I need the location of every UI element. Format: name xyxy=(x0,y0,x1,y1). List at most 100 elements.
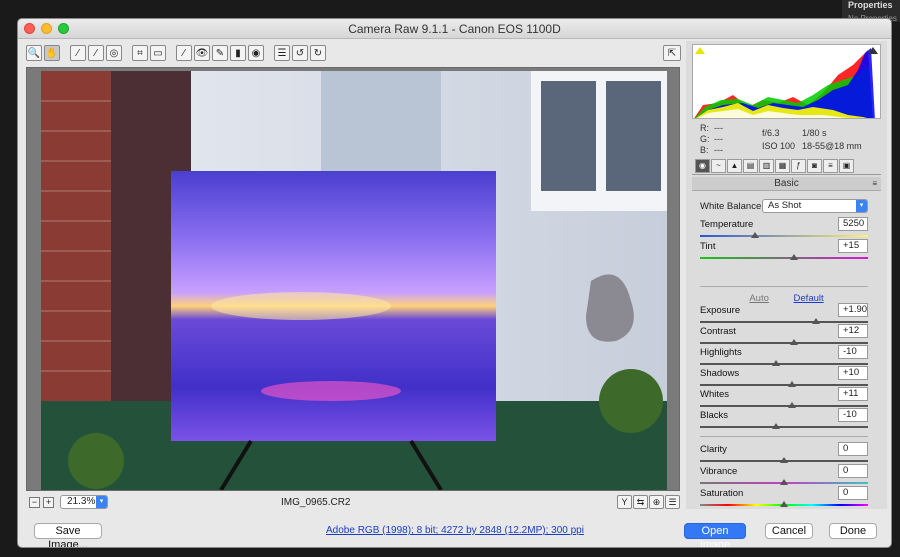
temperature-slider-track[interactable] xyxy=(700,235,868,237)
tab-effects[interactable]: ƒ xyxy=(791,159,806,173)
shadows-value-field[interactable]: +10 xyxy=(838,366,868,380)
tab-hsl[interactable]: ▤ xyxy=(743,159,758,173)
exposure-value-field[interactable]: +1.90 xyxy=(838,303,868,317)
color-sampler-tool-icon[interactable]: ⁄ xyxy=(88,45,104,61)
tint-slider-track[interactable] xyxy=(700,257,868,259)
tab-lens-corrections[interactable]: ▦ xyxy=(775,159,790,173)
targeted-adjustment-tool-icon[interactable]: ◎ xyxy=(106,45,122,61)
cancel-button[interactable]: Cancel xyxy=(765,523,813,539)
tint-label: Tint xyxy=(700,241,716,252)
before-after-icon[interactable]: Y xyxy=(617,495,632,509)
graduated-filter-icon[interactable]: ▮ xyxy=(230,45,246,61)
r-value: --- xyxy=(714,123,723,133)
clarity-label: Clarity xyxy=(700,444,727,455)
shadows-label: Shadows xyxy=(700,368,740,379)
tab-snapshots[interactable]: ▣ xyxy=(839,159,854,173)
radial-filter-icon[interactable]: ◉ xyxy=(248,45,264,61)
blacks-slider-track[interactable] xyxy=(700,426,868,428)
vibrance-value-field[interactable]: 0 xyxy=(838,464,868,478)
swap-settings-icon[interactable]: ⇆ xyxy=(633,495,648,509)
tint-slider-thumb[interactable] xyxy=(790,254,799,260)
tab-tone-curve[interactable]: ~ xyxy=(711,159,726,173)
crop-tool-icon[interactable]: ⌗ xyxy=(132,45,148,61)
blacks-label: Blacks xyxy=(700,410,728,421)
highlight-clipping-warning-icon[interactable] xyxy=(868,47,878,54)
default-link[interactable]: Default xyxy=(794,293,824,304)
properties-label: Properties xyxy=(848,0,893,10)
blacks-slider-thumb[interactable] xyxy=(771,423,780,429)
shadows-slider-thumb[interactable] xyxy=(788,381,797,387)
clarity-slider-thumb[interactable] xyxy=(780,457,788,463)
zoom-window-button[interactable] xyxy=(58,23,69,34)
clarity-value-field[interactable]: 0 xyxy=(838,442,868,456)
rotate-right-icon[interactable]: ↻ xyxy=(310,45,326,61)
window-controls xyxy=(24,23,69,34)
section-title-label: Basic xyxy=(774,178,799,189)
tint-value-field[interactable]: +15 xyxy=(838,239,868,253)
tab-split-toning[interactable]: ▥ xyxy=(759,159,774,173)
open-image-button[interactable]: Open Image xyxy=(684,523,746,547)
workflow-options-link[interactable]: Adobe RGB (1998); 8 bit; 4272 by 2848 (1… xyxy=(326,525,584,536)
chevron-down-icon: ▾ xyxy=(856,200,867,212)
auto-link[interactable]: Auto xyxy=(749,293,769,304)
tool-bar: 🔍 ✋ ⁄ ⁄ ◎ ⌗ ▭ ⁄ 👁 ✎ ▮ ◉ ☰ ↺ ↻ xyxy=(26,45,326,63)
panel-tabs: ◉ ~ ▲ ▤ ▥ ▦ ƒ ◙ ≡ ▣ xyxy=(692,159,881,175)
temperature-value-field[interactable]: 5250 xyxy=(838,217,868,231)
highlights-slider-thumb[interactable] xyxy=(771,360,780,366)
whites-slider-thumb[interactable] xyxy=(788,402,797,408)
minimize-window-button[interactable] xyxy=(41,23,52,34)
zoom-tool-icon[interactable]: 🔍 xyxy=(26,45,42,61)
highlights-slider-track[interactable] xyxy=(700,363,868,365)
contrast-slider-thumb[interactable] xyxy=(790,339,799,345)
shadows-slider-track[interactable] xyxy=(700,384,868,386)
exposure-label: Exposure xyxy=(700,305,741,316)
panel-menu-icon[interactable]: ≡ xyxy=(872,177,877,191)
slider-exposure: Exposure +1.90 xyxy=(700,303,868,325)
tab-detail[interactable]: ▲ xyxy=(727,159,742,173)
saturation-slider-thumb[interactable] xyxy=(780,501,788,507)
photo-preview xyxy=(41,71,667,490)
white-balance-select[interactable]: As Shot ▾ xyxy=(762,199,868,213)
zoom-in-button[interactable]: + xyxy=(43,496,54,508)
slider-blacks: Blacks -10 xyxy=(700,408,868,430)
image-preview[interactable] xyxy=(26,67,680,491)
white-balance-tool-icon[interactable]: ⁄ xyxy=(70,45,86,61)
red-eye-tool-icon[interactable]: 👁 xyxy=(194,45,210,61)
copy-settings-icon[interactable]: ⊕ xyxy=(649,495,664,509)
exposure-slider-thumb[interactable] xyxy=(811,318,820,324)
full-screen-toggle-icon[interactable]: ⇱ xyxy=(663,45,681,61)
adjustment-brush-icon[interactable]: ✎ xyxy=(212,45,228,61)
whites-value-field[interactable]: +11 xyxy=(838,387,868,401)
view-buttons: Y ⇆ ⊕ ☰ xyxy=(617,495,680,509)
blacks-value-field[interactable]: -10 xyxy=(838,408,868,422)
vibrance-slider-thumb[interactable] xyxy=(780,479,788,485)
rotate-left-icon[interactable]: ↺ xyxy=(292,45,308,61)
hand-tool-icon[interactable]: ✋ xyxy=(44,45,60,61)
slider-tint: Tint +15 xyxy=(700,239,868,261)
zoom-out-button[interactable]: − xyxy=(29,496,40,508)
save-image-button[interactable]: Save Image... xyxy=(34,523,102,547)
tab-presets[interactable]: ≡ xyxy=(823,159,838,173)
highlights-value-field[interactable]: -10 xyxy=(838,345,868,359)
tab-camera-calibration[interactable]: ◙ xyxy=(807,159,822,173)
rgb-readout: R: --- G: --- B: --- xyxy=(700,123,728,156)
straighten-tool-icon[interactable]: ▭ xyxy=(150,45,166,61)
slider-highlights: Highlights -10 xyxy=(700,345,868,367)
preview-preferences-icon[interactable]: ☰ xyxy=(665,495,680,509)
shadow-clipping-warning-icon[interactable] xyxy=(695,47,705,54)
zoom-level-select[interactable]: 21.3% ▾ xyxy=(60,495,108,509)
done-button[interactable]: Done xyxy=(829,523,877,539)
exposure-slider-track[interactable] xyxy=(700,321,868,323)
whites-slider-track[interactable] xyxy=(700,405,868,407)
spot-removal-tool-icon[interactable]: ⁄ xyxy=(176,45,192,61)
saturation-value-field[interactable]: 0 xyxy=(838,486,868,500)
close-window-button[interactable] xyxy=(24,23,35,34)
preferences-icon[interactable]: ☰ xyxy=(274,45,290,61)
slider-contrast: Contrast +12 xyxy=(700,324,868,346)
contrast-slider-track[interactable] xyxy=(700,342,868,344)
contrast-value-field[interactable]: +12 xyxy=(838,324,868,338)
window-title: Camera Raw 9.1.1 - Canon EOS 1100D xyxy=(348,22,561,36)
temperature-slider-thumb[interactable] xyxy=(751,232,760,238)
tab-basic[interactable]: ◉ xyxy=(695,159,710,173)
